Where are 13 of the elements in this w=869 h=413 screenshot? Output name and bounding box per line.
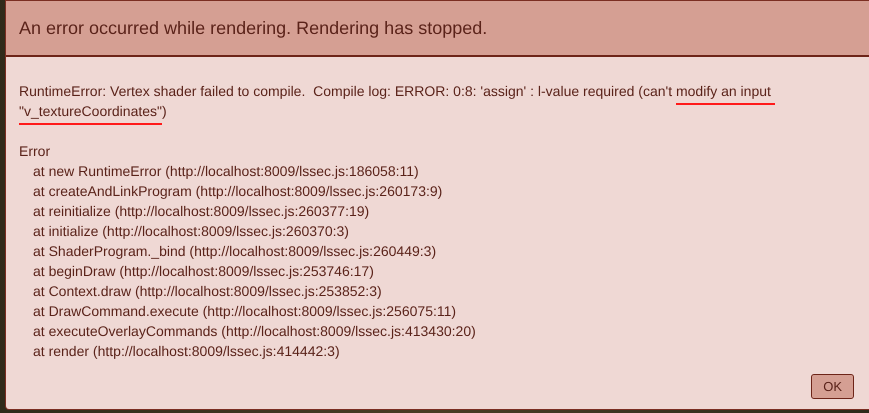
- ok-button[interactable]: OK: [811, 374, 854, 399]
- stack-frame: at initialize (http://localhost:8009/lssec.js:260370:3): [19, 221, 856, 241]
- stack-frame: at new RuntimeError (http://localhost:8009/lssec.js:186058:11): [19, 161, 856, 181]
- stack-title: Error: [19, 142, 52, 161]
- stack-frame: at beginDraw (http://localhost:8009/lssec.js:253746:17): [19, 261, 856, 281]
- stack-frame: at render (http://localhost:8009/lssec.js:414442:3): [19, 341, 856, 361]
- stack-frame: at ShaderProgram._bind (http://localhost:8009/lssec.js:260449:3): [19, 241, 856, 261]
- stack-frame: at DrawCommand.execute (http://localhost:8009/lssec.js:256075:11): [19, 301, 856, 321]
- stack-frame: at reinitialize (http://localhost:8009/lssec.js:260377:19): [19, 201, 856, 221]
- stack-frame: at executeOverlayCommands (http://localhost:8009/lssec.js:413430:20): [19, 321, 856, 341]
- dialog-title: An error occurred while rendering. Rendering has stopped.: [19, 18, 488, 38]
- stack-frame: at Context.draw (http://localhost:8009/lssec.js:253852:3): [19, 281, 856, 301]
- stack-frame: at createAndLinkProgram (http://localhost:8009/lssec.js:260173:9): [19, 181, 856, 201]
